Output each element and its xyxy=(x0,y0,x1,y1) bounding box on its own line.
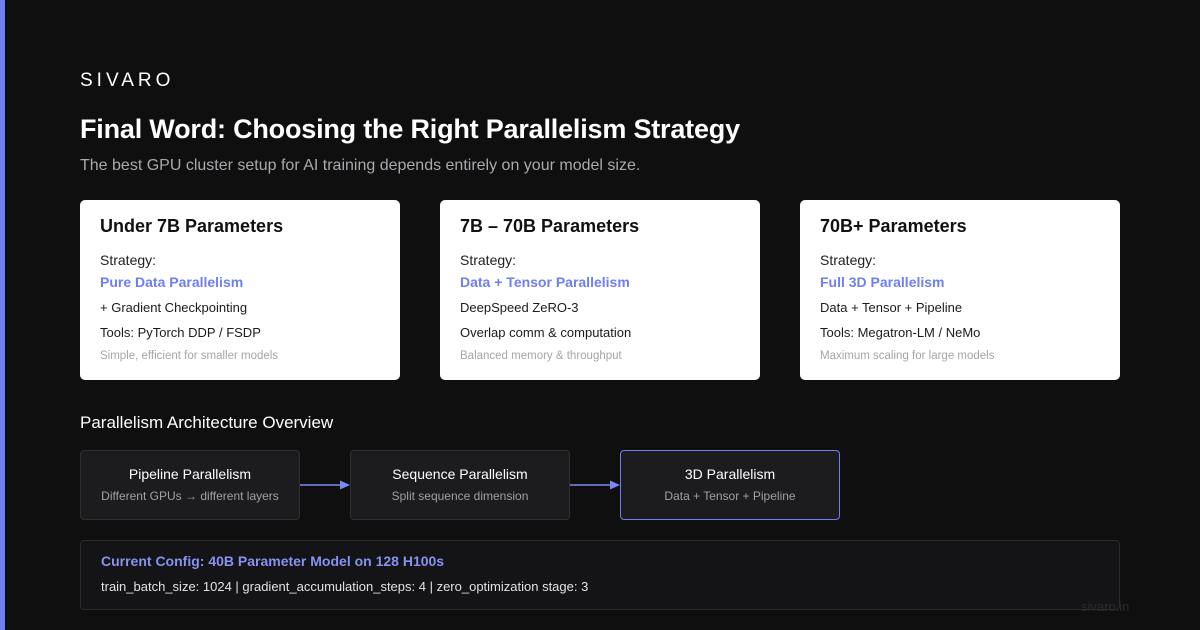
card-detail-line: Data + Tensor + Pipeline xyxy=(820,300,963,315)
strategy-card-under-7b: Under 7B Parameters Strategy: Pure Data … xyxy=(80,200,400,380)
flow-arrow-icon xyxy=(300,480,350,490)
config-title: Current Config: 40B Parameter Model on 1… xyxy=(101,553,445,569)
node-pipeline-parallelism: Pipeline Parallelism Different GPUs → di… xyxy=(80,450,300,520)
card-title: 7B – 70B Parameters xyxy=(460,216,640,236)
accent-bar xyxy=(0,0,5,630)
card-detail-line: Tools: PyTorch DDP / FSDP xyxy=(100,325,261,340)
card-strategy-value: Full 3D Parallelism xyxy=(820,274,945,290)
card-strategy-value: Pure Data Parallelism xyxy=(100,274,244,290)
card-title: 70B+ Parameters xyxy=(820,216,967,236)
strategy-card-7b-70b: 7B – 70B Parameters Strategy: Data + Ten… xyxy=(440,200,760,380)
card-strategy-label: Strategy: xyxy=(820,252,877,268)
brand-logo: SIVARO xyxy=(80,70,175,91)
node-title: Sequence Parallelism xyxy=(392,466,528,482)
card-strategy-label: Strategy: xyxy=(460,252,517,268)
card-detail-line: Tools: Megatron-LM / NeMo xyxy=(820,325,981,340)
card-strategy-label: Strategy: xyxy=(100,252,157,268)
config-body: train_batch_size: 1024 | gradient_accumu… xyxy=(101,579,589,594)
page-title: Final Word: Choosing the Right Paralleli… xyxy=(80,114,740,144)
card-detail-line: DeepSpeed ZeRO-3 xyxy=(460,300,579,315)
card-detail-line: + Gradient Checkpointing xyxy=(100,300,248,315)
node-3d-parallelism: 3D Parallelism Data + Tensor + Pipeline xyxy=(620,450,840,520)
strategy-card-70b-plus: 70B+ Parameters Strategy: Full 3D Parall… xyxy=(800,200,1120,380)
current-config-panel: Current Config: 40B Parameter Model on 1… xyxy=(80,540,1120,610)
watermark: sivaro.in xyxy=(1081,599,1130,614)
card-strategy-value: Data + Tensor Parallelism xyxy=(460,274,630,290)
node-sequence-parallelism: Sequence Parallelism Split sequence dime… xyxy=(350,450,570,520)
node-title: Pipeline Parallelism xyxy=(128,466,252,482)
card-title: Under 7B Parameters xyxy=(100,216,284,236)
card-note: Balanced memory & throughput xyxy=(460,350,622,362)
node-title: 3D Parallelism xyxy=(684,466,776,482)
page-subtitle: The best GPU cluster setup for AI traini… xyxy=(80,157,641,174)
node-subtitle: Data + Tensor + Pipeline xyxy=(664,489,796,503)
card-note: Maximum scaling for large models xyxy=(820,350,995,362)
node-subtitle: Split sequence dimension xyxy=(391,489,529,503)
node-subtitle: Different GPUs → different layers xyxy=(101,489,279,503)
overview-title: Parallelism Architecture Overview xyxy=(80,413,334,432)
card-detail-line: Overlap comm & computation xyxy=(460,325,632,340)
card-note: Simple, efficient for smaller models xyxy=(100,350,279,362)
flow-arrow-icon xyxy=(570,480,620,490)
